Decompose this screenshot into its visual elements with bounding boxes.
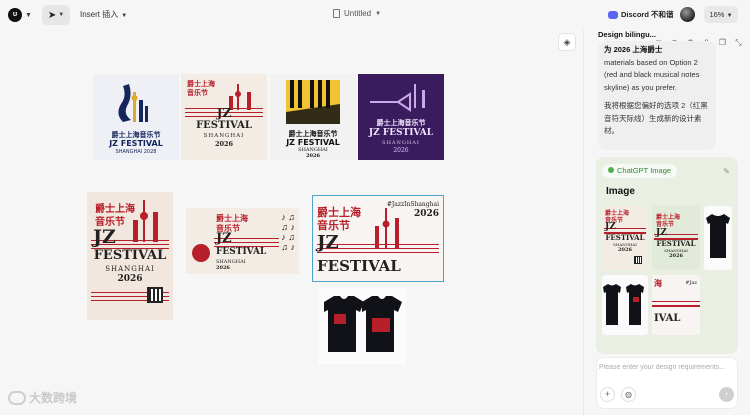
design-canvas[interactable]: ◈ 爵士上海音乐节 JZ FESTIVAL SHANGHAI 2028 爵士上海… [0, 30, 583, 415]
poster-jz: JZ [216, 231, 232, 246]
poster-year: 2026 [117, 274, 143, 284]
tshirt-illustration [603, 284, 644, 325]
thumb-title: FESTIVAL [605, 233, 645, 242]
poster-jz: JZ [317, 232, 339, 253]
app-menu-button[interactable]: ʊ ▼ [8, 7, 32, 23]
tshirt-mockup[interactable] [318, 288, 406, 364]
poster-year: 2026 [216, 265, 230, 271]
thumb-jz: JZ [605, 222, 616, 232]
poster-title: FESTIVAL [93, 248, 167, 263]
thumb-title: FESTIVAL [656, 239, 696, 248]
chevron-down-icon: ▼ [375, 10, 382, 17]
poster-title: JZ FESTIVAL [109, 139, 163, 148]
poster-cn-title: 爵士上海音乐节 [376, 118, 426, 127]
prompt-input-box: + ◍ ↑ [596, 357, 738, 409]
generated-thumbnail-3[interactable] [704, 206, 732, 270]
zoom-control[interactable]: 16% ▼ [704, 6, 738, 23]
discord-link[interactable]: Discord 不和谐 [608, 9, 674, 20]
chatgpt-image-badge: ChatGPT Image [602, 164, 678, 178]
generated-thumbnail-4[interactable] [602, 275, 648, 335]
poster-title: JZ FESTIVAL [368, 128, 434, 138]
poster-tall-qr[interactable]: 爵士上海 音乐节 JZ FESTIVAL SHANGHAI 2026 [87, 192, 173, 320]
chatgpt-icon [608, 167, 614, 173]
poster-city: SHANGHAI [382, 140, 420, 146]
app-logo-icon: ʊ [8, 8, 22, 22]
qr-code [147, 287, 163, 303]
chatgpt-image-label: ChatGPT Image [617, 166, 672, 175]
insert-menu[interactable]: Insert 插入 ▼ [80, 9, 127, 20]
generated-thumbnail-2[interactable]: 爵士上海 音乐节 JZ FESTIVAL SHANGHAI 2026 [652, 206, 700, 270]
piano-keys-illustration [286, 80, 340, 124]
message-chinese: 我将根据您偏好的选项 2（红黑音符天际线）生成新的设计素材。 [604, 101, 708, 135]
message-line-1: 为 2026 上海爵士 [604, 45, 663, 54]
poster-city: SHANGHAI [105, 265, 155, 273]
poster-year: 2026 [393, 147, 409, 154]
watermark: 大数跨境 [8, 389, 77, 406]
poster-subtitle: SHANGHAI 2028 [115, 149, 157, 155]
chevron-down-icon: ▼ [726, 13, 733, 19]
document-title-text: Untitled [344, 9, 372, 18]
poster-jz: JZ [93, 226, 116, 248]
watermark-logo-icon [8, 390, 26, 405]
poster-red-skyline[interactable]: 爵士上海 音乐节 JZ FESTIVAL SHANGHAI 2026 [181, 74, 267, 160]
insert-label: Insert 插入 [80, 10, 119, 19]
trumpet-illustration [370, 84, 425, 112]
thumb-title: IVAL [654, 313, 681, 324]
pointer-icon: ➤ [47, 9, 57, 21]
thumb-cn: 海 [654, 278, 662, 288]
prompt-input[interactable] [599, 364, 735, 371]
globe-icon[interactable]: ◍ [621, 387, 636, 402]
assistant-panel: Design bilingu... ◎ ⊘ ⚙ ⇪ ❐ ⤡ 为 2026 上海爵… [583, 30, 750, 415]
poster-purple-trumpet[interactable]: 爵士上海音乐节 JZ FESTIVAL SHANGHAI 2026 [358, 74, 444, 160]
poster-year: 2026 [214, 140, 234, 148]
send-button[interactable]: ↑ [719, 387, 734, 402]
thumb-year: 2026 [669, 253, 683, 259]
zoom-value: 16% [709, 10, 725, 19]
poster-saxophone[interactable]: 爵士上海音乐节 JZ FESTIVAL SHANGHAI 2028 [93, 74, 179, 160]
poster-jz: JZ [216, 106, 232, 120]
thumb-hashtag: #Jaz [685, 280, 697, 286]
watermark-text: 大数跨境 [29, 391, 78, 405]
discord-label: Discord 不和谐 [621, 10, 674, 19]
thumb-year: 2026 [618, 247, 632, 253]
poster-ticket[interactable]: 爵士上海 音乐节 JZ FESTIVAL SHANGHAI 2026 ♪ ♫ ♫ … [186, 208, 299, 274]
layers-icon[interactable]: ◈ [558, 33, 576, 51]
music-notes-icon: ♪ ♫ ♫ ♪ ♪ ♫ ♫ ♪ [281, 212, 295, 252]
tshirt-illustration [706, 214, 730, 258]
top-bar: ʊ ▼ ➤ ▼ Insert 插入 ▼ Untitled ▼ Discord 不和谐… [0, 0, 750, 30]
avatar[interactable] [680, 7, 695, 22]
chevron-down-icon: ▼ [58, 12, 65, 18]
poster-title: JZ FESTIVAL [286, 138, 340, 147]
chevron-down-icon: ▼ [25, 11, 32, 19]
conversation-title[interactable]: Design bilingu... [598, 30, 656, 39]
generated-thumbnail-5[interactable]: 海 #Jaz IVAL [652, 275, 700, 335]
poster-banner-selected[interactable]: 爵士上海 音乐节 #JazzInShanghai 2026 JZ FESTIVA… [312, 195, 444, 282]
tshirt-illustration [324, 296, 402, 352]
poster-title: FESTIVAL [216, 247, 267, 257]
image-section-title: Image [606, 186, 635, 197]
poster-year: 2026 [306, 153, 320, 159]
poster-title: FESTIVAL [196, 120, 252, 131]
qr-code [634, 256, 642, 264]
poster-title: FESTIVAL [317, 257, 401, 275]
thumb-cn-line2: 音乐节 [656, 221, 675, 228]
generated-image-card: ChatGPT Image ✎ Image 爵士上海 音乐节 JZ FESTIV… [596, 157, 738, 354]
poster-city: SHANGHAI [203, 133, 245, 139]
generated-thumbnail-1[interactable]: 爵士上海 音乐节 JZ FESTIVAL SHANGHAI 2026 [602, 206, 648, 270]
document-title[interactable]: Untitled ▼ [333, 9, 381, 18]
discord-icon [608, 10, 618, 19]
chevron-down-icon: ▼ [121, 13, 128, 19]
collapse-icon[interactable]: ⤡ [733, 37, 744, 48]
file-icon [333, 9, 340, 18]
assistant-message: 为 2026 上海爵士 materials based on Option 2 … [598, 41, 716, 150]
vinyl-record-icon [192, 244, 210, 262]
select-tool-button[interactable]: ➤ ▼ [42, 5, 70, 25]
copy-icon[interactable]: ❐ [717, 37, 728, 48]
thumb-jz: JZ [656, 228, 667, 238]
poster-piano[interactable]: 爵士上海音乐节 JZ FESTIVAL SHANGHAI 2026 [270, 74, 356, 160]
edit-icon[interactable]: ✎ [723, 167, 730, 176]
message-english: materials based on Option 2 (red and bla… [604, 57, 700, 92]
add-attachment-button[interactable]: + [600, 387, 615, 402]
